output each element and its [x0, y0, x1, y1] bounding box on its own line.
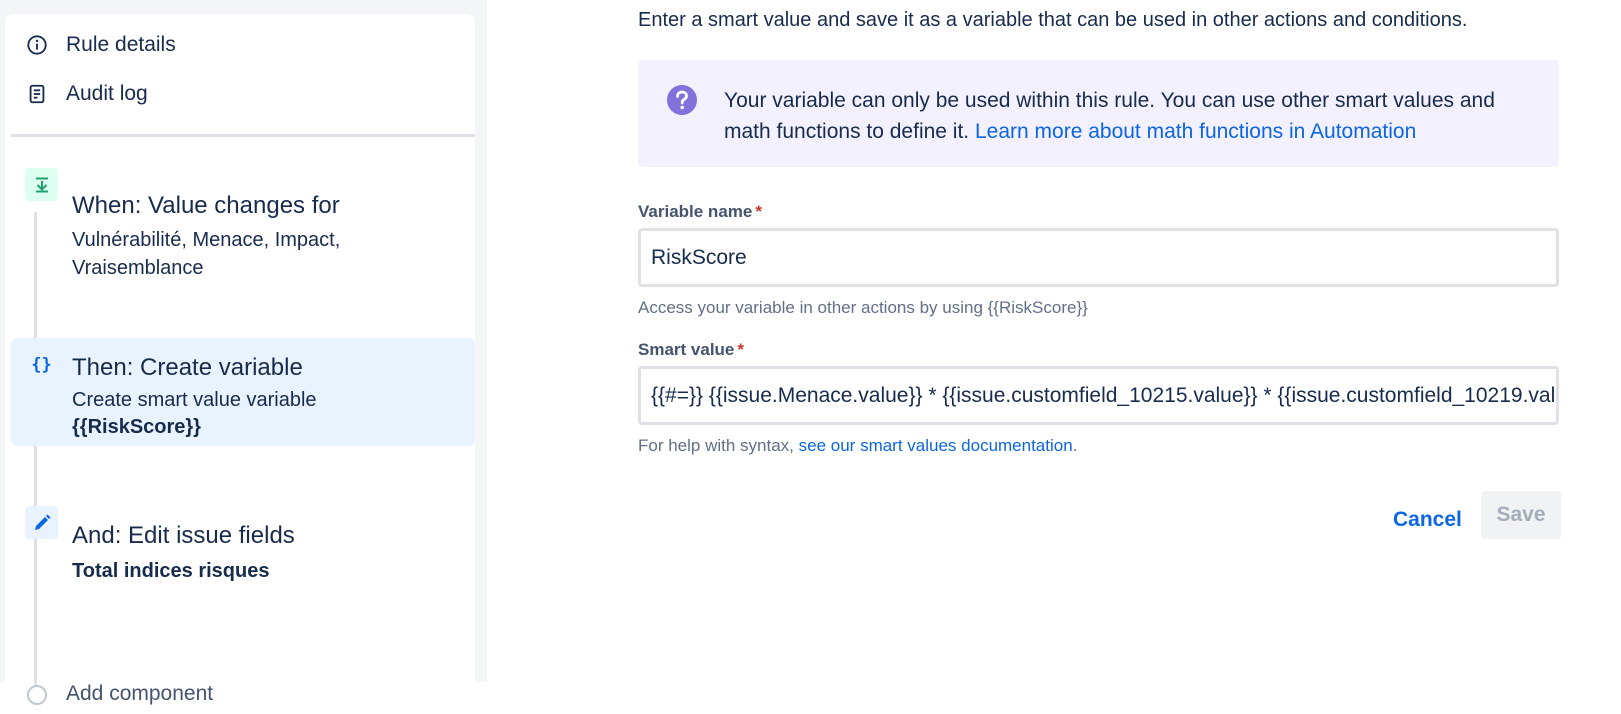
curly-braces-icon: {} — [31, 354, 52, 375]
step-subtitle-bold: Total indices risques — [72, 560, 270, 582]
form-intro: Enter a smart value and save it as a var… — [638, 9, 1468, 31]
smart-value-input[interactable]: {{#=}} {{issue.Menace.value}} * {{issue.… — [638, 366, 1559, 425]
math-functions-link[interactable]: Learn more about math functions in Autom… — [975, 120, 1416, 143]
step-create-variable[interactable]: {} Then: Create variable Create smart va… — [11, 338, 475, 446]
timeline-connector — [34, 212, 37, 696]
info-icon — [27, 35, 47, 55]
save-button[interactable]: Save — [1481, 491, 1561, 539]
add-component-icon[interactable] — [27, 685, 47, 705]
rule-sidebar: Rule details Audit log When: Value chang… — [5, 14, 475, 714]
smart-value-helper: For help with syntax, see our smart valu… — [638, 436, 1078, 455]
document-icon — [29, 84, 45, 104]
variable-name-input[interactable]: RiskScore — [638, 228, 1559, 287]
sidebar-divider — [11, 134, 475, 137]
required-indicator: * — [737, 340, 745, 359]
step-subtitle: Vulnérabilité, Menace, Impact, Vraisembl… — [72, 229, 341, 279]
step-subtitle: Create smart value variable — [72, 389, 317, 411]
nav-audit-log[interactable]: Audit log — [26, 79, 148, 109]
step-trigger-value-changes[interactable]: When: Value changes for Vulnérabilité, M… — [11, 164, 475, 284]
step-title: And: Edit issue fields — [72, 522, 295, 549]
info-panel: Your variable can only be used within th… — [638, 60, 1559, 167]
step-edit-issue-fields[interactable]: And: Edit issue fields Total indices ris… — [11, 502, 475, 612]
info-text: Your variable can only be used within th… — [724, 89, 1495, 143]
step-title: When: Value changes for — [72, 192, 340, 219]
smart-value-label: Smart value * — [638, 340, 745, 359]
pencil-icon — [25, 506, 58, 539]
nav-label: Audit log — [66, 82, 148, 105]
nav-rule-details[interactable]: Rule details — [26, 30, 176, 60]
smart-values-docs-link[interactable]: see our smart values documentation — [799, 436, 1073, 455]
question-icon — [667, 85, 697, 115]
step-subtitle-bold: {{RiskScore}} — [72, 416, 201, 438]
add-component-link[interactable]: Add component — [66, 682, 213, 706]
required-indicator: * — [755, 202, 762, 221]
step-title: Then: Create variable — [72, 354, 303, 381]
cancel-button[interactable]: Cancel — [1383, 497, 1472, 543]
variable-name-label: Variable name * — [638, 202, 762, 221]
variable-name-helper: Access your variable in other actions by… — [638, 298, 1088, 317]
nav-label: Rule details — [66, 33, 176, 56]
trigger-icon — [25, 168, 58, 201]
